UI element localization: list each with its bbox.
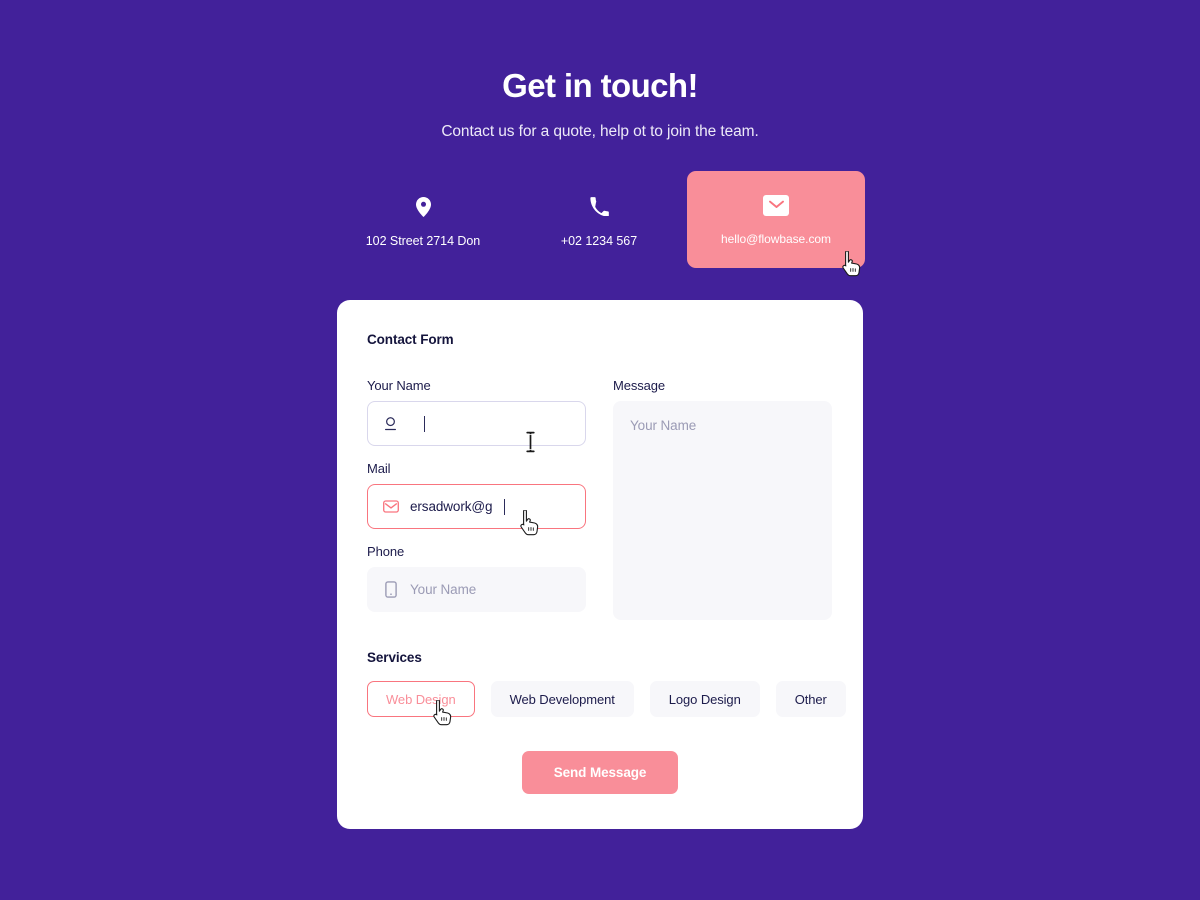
page-title: Get in touch! — [502, 67, 698, 104]
user-icon — [382, 415, 399, 432]
service-chip-web-development[interactable]: Web Development — [490, 681, 634, 717]
contact-item-address[interactable]: 102 Street 2714 Don — [335, 171, 511, 267]
form-left-column: Your Name Mail ersadwork@g Phone Your Na… — [367, 378, 586, 620]
send-message-button[interactable]: Send Message — [522, 751, 678, 794]
contact-label-address: 102 Street 2714 Don — [365, 233, 481, 248]
contact-methods-strip: 102 Street 2714 Don +02 1234 567 hello@f… — [0, 170, 1200, 268]
text-caret-name — [424, 415, 425, 432]
mail-icon-badge — [763, 195, 789, 217]
label-your-name: Your Name — [367, 378, 431, 393]
form-title: Contact Form — [367, 332, 454, 347]
form-fields-grid: Your Name Mail ersadwork@g Phone Your Na… — [367, 378, 833, 620]
location-pin-icon — [415, 194, 431, 220]
page-subtitle: Contact us for a quote, help ot to join … — [441, 122, 759, 140]
mail-icon — [382, 498, 399, 515]
placeholder-phone: Your Name — [410, 582, 477, 597]
placeholder-message: Your Name — [630, 418, 697, 433]
submit-row: Send Message — [367, 751, 833, 794]
contact-form-card: Contact Form Your Name Mail ersadwork@g … — [337, 300, 863, 829]
contact-item-phone[interactable]: +02 1234 567 — [511, 171, 687, 267]
input-your-name[interactable] — [367, 401, 586, 446]
service-chip-web-design[interactable]: Web Design — [367, 681, 475, 717]
input-phone[interactable]: Your Name — [367, 567, 586, 612]
contact-label-phone: +02 1234 567 — [560, 233, 638, 248]
contact-item-email[interactable]: hello@flowbase.com — [687, 170, 865, 268]
value-mail: ersadwork@g — [410, 499, 493, 514]
phone-icon — [589, 194, 609, 220]
input-mail[interactable]: ersadwork@g — [367, 484, 586, 529]
label-mail: Mail — [367, 461, 391, 476]
service-chip-other[interactable]: Other — [775, 681, 846, 717]
mobile-icon — [382, 581, 399, 598]
service-chip-logo-design[interactable]: Logo Design — [649, 681, 760, 717]
services-title: Services — [367, 650, 422, 665]
input-message[interactable]: Your Name — [613, 401, 832, 620]
text-caret-mail — [504, 498, 506, 515]
label-message: Message — [613, 378, 666, 393]
contact-label-email: hello@flowbase.com — [720, 231, 831, 246]
form-right-column: Message Your Name — [613, 378, 832, 620]
hero-section: Get in touch! Contact us for a quote, he… — [0, 0, 1200, 141]
services-chip-group: Web Design Web Development Logo Design O… — [367, 681, 846, 717]
label-phone: Phone — [367, 544, 405, 559]
mail-icon — [763, 193, 789, 219]
